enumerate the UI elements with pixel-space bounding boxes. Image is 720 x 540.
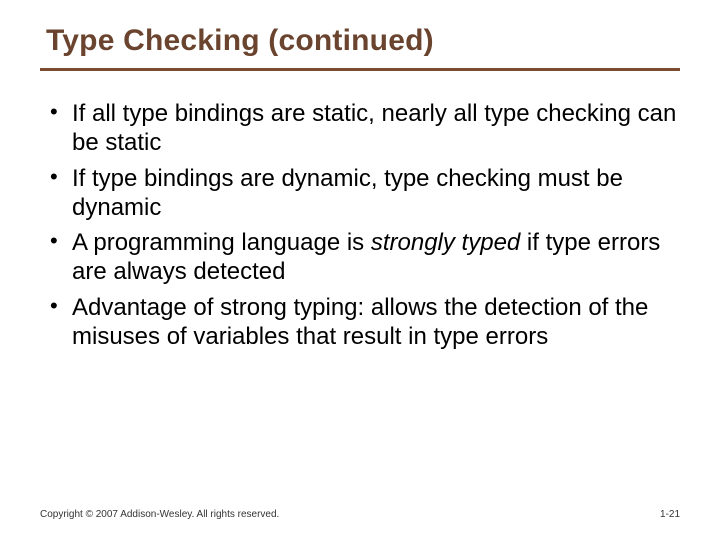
footer: Copyright © 2007 Addison-Wesley. All rig… <box>40 509 680 520</box>
bullet-item: Advantage of strong typing: allows the d… <box>46 293 680 352</box>
bullet-item: A programming language is strongly typed… <box>46 228 680 287</box>
title-rule <box>40 68 680 71</box>
slide: Type Checking (continued) If all type bi… <box>0 0 720 540</box>
slide-title: Type Checking (continued) <box>46 24 680 58</box>
bullet-item: If type bindings are dynamic, type check… <box>46 164 680 223</box>
bullet-text-emphasis: strongly typed <box>371 229 520 256</box>
bullet-item: If all type bindings are static, nearly … <box>46 99 680 158</box>
bullet-text-pre: A programming language is <box>72 229 371 256</box>
bullet-list: If all type bindings are static, nearly … <box>40 99 680 351</box>
copyright-text: Copyright © 2007 Addison-Wesley. All rig… <box>40 509 279 520</box>
page-number: 1-21 <box>660 509 680 520</box>
